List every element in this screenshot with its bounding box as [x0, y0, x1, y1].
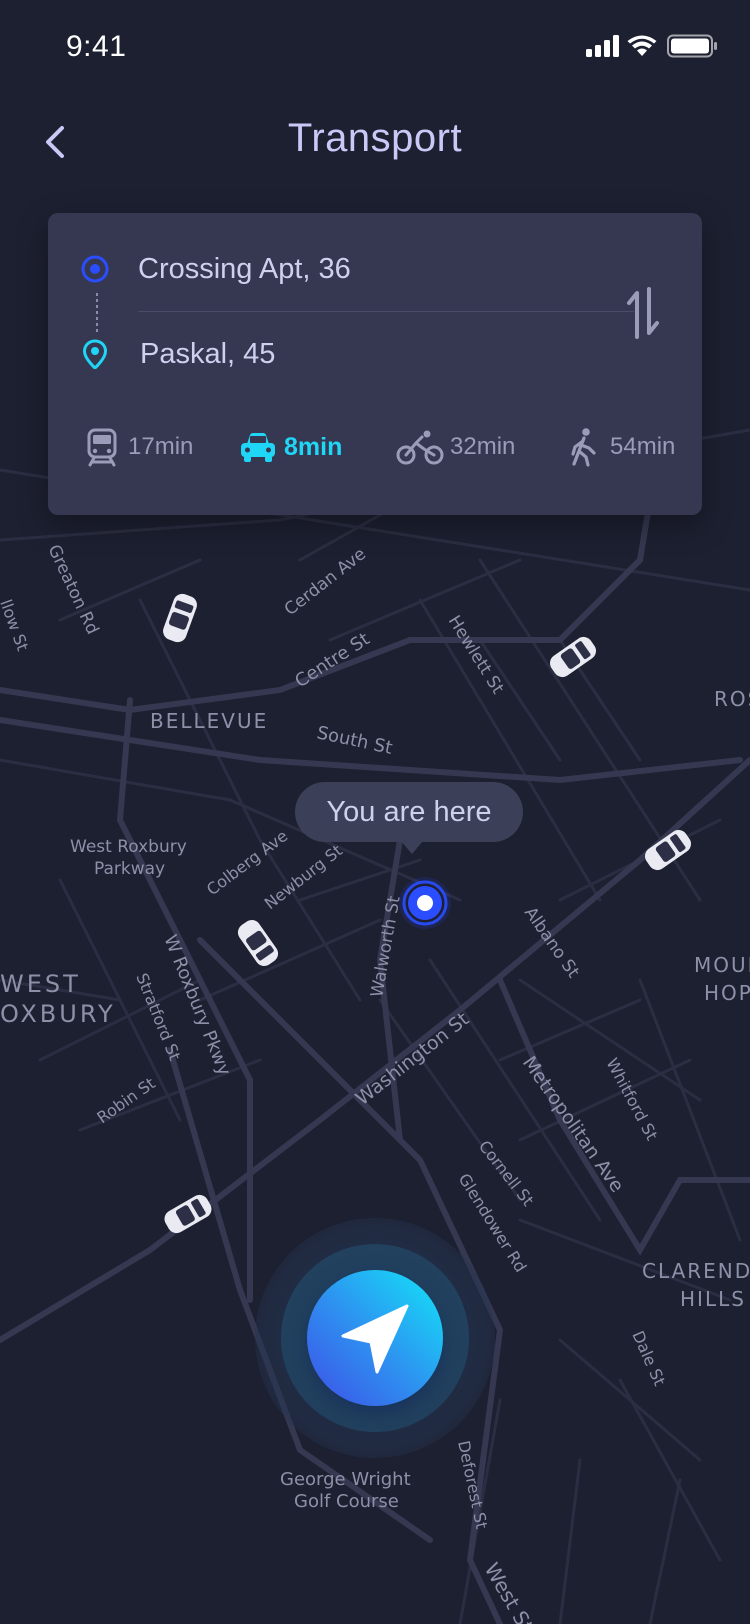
origin-icon — [81, 255, 109, 283]
status-icons — [586, 34, 717, 58]
walk-icon — [571, 428, 596, 467]
mode-car-time: 8min — [284, 432, 343, 461]
map-label: ROS — [714, 687, 750, 711]
route-card: Crossing Apt, 36 Paskal, 45 17min 8min 3… — [48, 213, 702, 515]
car-icon — [241, 433, 275, 462]
train-icon — [87, 428, 117, 467]
transport-modes: 17min 8min 32min 54min — [48, 423, 702, 473]
navigation-arrow-icon — [341, 1304, 409, 1374]
map-label: BELLEVUE — [150, 709, 268, 733]
mode-train-time: 17min — [128, 433, 194, 460]
mode-bike[interactable]: 32min — [396, 423, 515, 471]
map-label: Golf Course — [294, 1491, 399, 1512]
mode-car[interactable]: 8min — [238, 423, 342, 471]
swap-arrows-icon — [627, 287, 659, 339]
origin-field[interactable]: Crossing Apt, 36 — [48, 243, 568, 293]
wifi-icon — [627, 35, 657, 56]
map-label: WEST — [0, 970, 81, 998]
mode-walk[interactable]: 54min — [564, 423, 675, 471]
page-title: Transport — [287, 116, 463, 160]
mode-train[interactable]: 17min — [82, 423, 193, 471]
you-are-here-tooltip: You are here — [295, 782, 523, 854]
map-label: George Wright — [280, 1469, 411, 1490]
navigate-button[interactable] — [307, 1270, 443, 1406]
navigate-button-wrap — [255, 1218, 495, 1458]
mode-walk-time: 54min — [610, 433, 676, 460]
origin-text: Crossing Apt, 36 — [138, 253, 351, 285]
bike-icon — [396, 430, 444, 465]
battery-icon — [667, 34, 717, 58]
status-bar: 9:41 — [0, 0, 750, 96]
swap-button[interactable] — [623, 285, 663, 341]
route-connector — [96, 293, 98, 333]
map-label: OXBURY — [0, 1000, 116, 1028]
destination-field[interactable]: Paskal, 45 — [48, 328, 568, 378]
location-pin-icon — [83, 339, 107, 369]
destination-text: Paskal, 45 — [140, 338, 276, 370]
map-label: Parkway — [94, 859, 165, 879]
header: Transport — [0, 100, 750, 180]
signal-icon — [586, 35, 619, 57]
tooltip-text: You are here — [326, 796, 492, 828]
status-time: 9:41 — [66, 30, 127, 63]
map-label: West Roxbury — [70, 837, 187, 857]
mode-bike-time: 32min — [450, 433, 516, 460]
map-label: CLAREND — [642, 1259, 750, 1283]
map-label: MOUN — [694, 953, 750, 977]
map-label: HILLS — [680, 1287, 746, 1311]
user-location-icon[interactable] — [398, 876, 452, 930]
map-label: HOP — [704, 981, 750, 1005]
divider — [138, 311, 634, 312]
